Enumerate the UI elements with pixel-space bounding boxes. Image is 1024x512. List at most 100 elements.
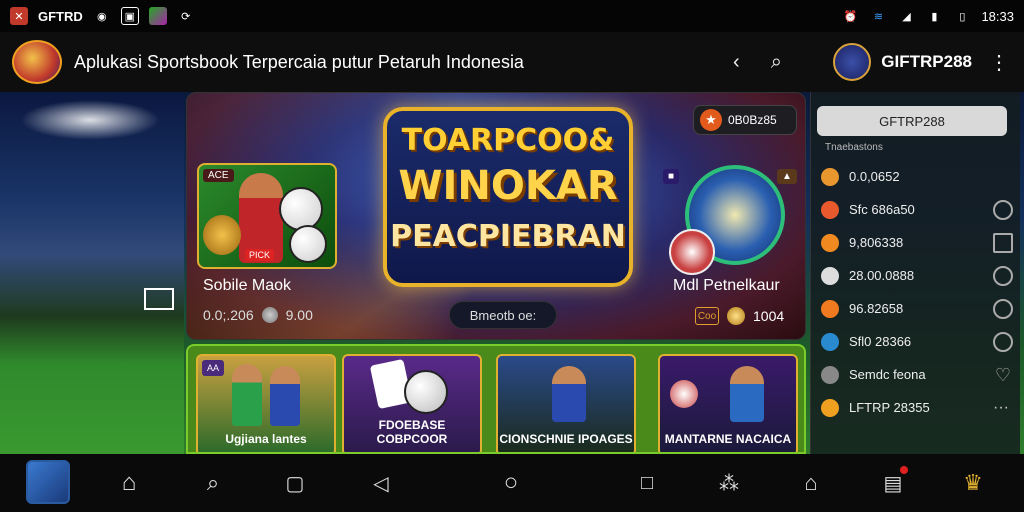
brand-badge-icon [833,43,872,81]
recents-square-icon[interactable]: □ [630,466,664,500]
hero-top-right-pill[interactable]: ★ 0B0Bz85 [693,105,797,135]
side-panel-row[interactable]: Sfc 686a50 [821,193,1013,226]
brand-name: GIFTRP288 [881,52,972,71]
hero-title-line3: PEACPIEBRAN [390,219,626,254]
search-icon[interactable]: ⌕ [763,49,789,75]
side-panel-row[interactable]: 96.82658 [821,292,1013,325]
share-icon[interactable]: ⁂ [712,466,746,500]
row-icon [821,266,839,285]
game-tile[interactable]: FDOEBASE COBPCOOR [342,354,482,452]
game-tile[interactable]: AA Ugjiana lantes [196,354,336,452]
app-logo[interactable] [12,40,62,84]
image-icon: ▣ [120,7,139,25]
side-panel-row[interactable]: Semdc feona ♡ [821,358,1013,391]
wifi-strength-icon: ◢ [902,10,911,23]
side-panel-row[interactable]: Sfl0 28366 [821,325,1013,358]
right-card-tag: ■ [663,169,680,184]
logo-icon[interactable]: ♛ [956,466,990,500]
row-label: Sfl0 28366 [849,334,912,349]
carrier-label: GFTRD [38,8,83,24]
game-tile[interactable]: CIONSCHNIE IPOAGES [496,354,636,452]
goal-net [144,288,174,310]
game-tile[interactable]: MANTARNE NACAICA [658,354,798,452]
left-sub-value: 0.0;.206 [203,307,254,323]
home-circle-icon[interactable]: ○ [494,466,528,500]
row-icon [821,233,839,252]
avatar[interactable] [26,460,70,504]
alarm-icon: ⏰ [843,10,858,23]
more-icon[interactable]: ··· [993,398,1013,418]
side-panel-button[interactable]: GFTRP288 [817,106,1007,136]
gold-coin-icon [727,307,745,325]
side-panel-row[interactable]: LFTRP 28355 ··· [821,391,1013,424]
game-tiles: AA Ugjiana lantes FDOEBASE COBPCOOR CION… [186,344,806,454]
tile-label: CIONSCHNIE IPOAGES [499,432,633,446]
row-label: Semdc feona [849,367,926,382]
search-icon[interactable]: ⌕ [196,466,230,500]
tile-tag: AA [202,360,224,376]
ball-icon [670,380,698,408]
radio-button[interactable] [993,331,1013,352]
hero-title-line2: WINOKAR [398,163,618,209]
player-figure [730,366,764,422]
notification-dot [900,466,908,474]
tile-label: FDOEBASE COBPCOOR [376,418,448,446]
main-content: ACE PICK Sobile Maok 0.0;.206 9.00 TOARP… [0,92,1024,454]
side-panel-row[interactable]: 0.0,0652 [821,160,1013,193]
side-panel: GFTRP288 Tnaebastons 0.0,0652 Sfc 686a50 9… [810,92,1020,454]
hero-right-card[interactable] [669,165,785,275]
radio-button[interactable] [993,199,1013,220]
row-label: 28.00.0888 [849,268,915,283]
row-icon [821,365,839,384]
hero-title-badge: TOARPCOO& WINOKAR PEACPIEBRAN [383,107,633,287]
edit-icon[interactable]: ▢ [278,466,312,500]
row-label: 96.82658 [849,301,904,316]
tile-label: Ugjiana lantes [225,432,307,446]
home-icon[interactable]: ⌂ [112,466,146,500]
house-outline-icon[interactable]: ⌂ [794,466,828,500]
soccer-ball-icon [289,225,327,263]
clock: 18:33 [981,8,1014,24]
row-label: 9,806338 [849,235,904,250]
camera-icon: ◉ [96,10,107,23]
app-title: Aplukasi Sportsbook Terpercaia putur Pet… [74,51,524,72]
left-card-tag2: PICK [245,249,275,261]
hero-center-button[interactable]: Bmeotb oe: [449,301,557,329]
side-panel-list: 0.0,0652 Sfc 686a50 9,806338 28.00.0888 96.8… [821,160,1013,424]
battery-icon: ▯ [959,10,966,23]
radio-button[interactable] [993,298,1013,319]
row-icon [821,398,839,417]
side-panel-heading: Tnaebastons [825,142,883,153]
back-icon[interactable]: ‹ [723,49,749,75]
bottom-nav-bar: ⌂ ⌕ ▢ ◁ ○ □ ⁂ ⌂ ▤ ♛ [0,454,1024,512]
casino-chip-icon [669,229,715,275]
back-triangle-icon[interactable]: ◁ [364,466,398,500]
hero-left-label: Sobile Maok [203,277,292,294]
right-card-tag2: ▲ [777,169,797,184]
hero-right-sub: Coo 1004 [695,307,784,325]
row-label: 0.0,0652 [849,169,900,184]
stadium-background [0,92,184,454]
side-panel-row[interactable]: 28.00.0888 [821,259,1013,292]
checkbox[interactable] [993,232,1013,253]
right-box: Coo [695,307,719,325]
row-icon [821,200,839,219]
soccer-ball-icon [279,187,323,231]
app-icon [148,7,167,25]
row-icon [821,299,839,318]
signal-icon: ▮ [931,10,938,23]
soccer-ball-icon [404,370,448,414]
sync-icon: ⟳ [181,10,191,23]
hero-banner[interactable]: ACE PICK Sobile Maok 0.0;.206 9.00 TOARP… [186,92,806,340]
hero-left-card[interactable]: ACE PICK [197,163,337,269]
more-icon[interactable]: ⋮ [986,49,1012,75]
row-icon [821,332,839,351]
row-icon [821,167,839,186]
hero-title-line1: TOARPCOO& [401,123,615,158]
left-card-tag: ACE [203,169,234,182]
player-figure [270,366,300,426]
side-panel-row[interactable]: 9,806338 [821,226,1013,259]
heart-icon[interactable]: ♡ [993,365,1013,385]
radio-button[interactable] [993,265,1013,286]
brand[interactable]: GIFTRP288 [833,43,972,81]
